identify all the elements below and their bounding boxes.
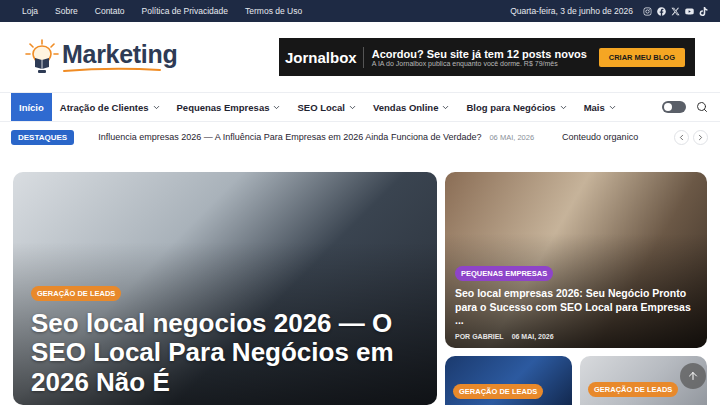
category-tag[interactable]: GERAÇÃO DE LEADS <box>453 384 543 399</box>
ad-button[interactable]: CRIAR MEU BLOG <box>599 48 685 67</box>
top-right: Quarta-feira, 3 de junho de 2026 <box>510 6 708 16</box>
ad-texts: Acordou? Seu site já tem 12 posts novosA… <box>372 48 591 67</box>
ticker-bar: DESTAQUES Influencia empresas 2026 — A In… <box>0 122 720 152</box>
top-bar: Loja Sobre Contato Política de Privacidade T… <box>0 0 720 22</box>
chevron-down-icon <box>441 103 450 112</box>
ticker-arrows <box>674 130 708 145</box>
content-grid: GERAÇÃO DE LEADS Seo local negocios 2026 … <box>0 152 720 405</box>
post-author: POR GABRIEL <box>455 333 504 340</box>
dark-mode-toggle[interactable] <box>662 101 686 113</box>
chevron-left-icon <box>677 133 686 142</box>
category-tag[interactable]: GERAÇÃO DE LEADS <box>31 286 121 301</box>
small-card[interactable]: GERAÇÃO DE LEADS <box>445 356 572 405</box>
chevron-right-icon <box>696 133 705 142</box>
page: Loja Sobre Contato Política de Privacidade T… <box>0 0 720 405</box>
top-link[interactable]: Termos de Uso <box>245 6 302 16</box>
top-links: Loja Sobre Contato Política de Privacidade T… <box>22 6 302 16</box>
small-cards-row: GERAÇÃO DE LEADS GERAÇÃO DE LEADS <box>445 356 707 405</box>
logo-text-wrap: Marketing <box>62 42 177 73</box>
scroll-top-button[interactable] <box>680 363 706 389</box>
side-card-title[interactable]: Seo local empresas 2026: Seu Negócio Pro… <box>455 287 697 328</box>
ticker-next-button[interactable] <box>693 130 708 145</box>
nav-item[interactable]: Pequenas Empresas <box>169 93 290 121</box>
chevron-down-icon <box>152 103 161 112</box>
ticker-title: Influencia empresas 2026 — A Influência … <box>98 132 481 142</box>
arrow-up-icon <box>687 370 699 382</box>
side-card[interactable]: PEQUENAS EMPRESAS Seo local empresas 2026… <box>445 172 707 348</box>
ad-subtext: A IA do Jornalbox publica enquanto você … <box>372 60 591 67</box>
chevron-down-icon <box>559 103 568 112</box>
youtube-icon[interactable] <box>685 7 694 16</box>
logo[interactable]: Marketing <box>25 39 177 75</box>
chevron-down-icon <box>348 103 357 112</box>
logo-swoosh-icon <box>62 67 162 73</box>
featured-title[interactable]: Seo local negocios 2026 — O SEO Local Pa… <box>31 309 419 397</box>
chevron-down-icon <box>608 103 617 112</box>
post-date: 06 MAI, 2026 <box>512 333 554 340</box>
lightbulb-book-icon <box>25 39 59 75</box>
top-link[interactable]: Sobre <box>55 6 78 16</box>
logo-text: Marketing <box>62 42 177 67</box>
toggle-knob <box>664 103 672 111</box>
category-tag[interactable]: GERAÇÃO DE LEADS <box>588 382 678 397</box>
current-date: Quarta-feira, 3 de junho de 2026 <box>510 6 633 16</box>
nav-item[interactable]: Blog para Negócios <box>458 93 575 121</box>
ad-headline: Acordou? Seu site já tem 12 posts novos <box>372 48 591 60</box>
search-icon[interactable] <box>696 101 708 113</box>
ad-brand: Jornalbox <box>285 47 364 68</box>
nav-items: InícioAtração de ClientesPequenas Empres… <box>11 93 625 121</box>
post-meta: POR GABRIEL 06 MAI, 2026 <box>455 333 697 340</box>
featured-card[interactable]: GERAÇÃO DE LEADS Seo local negocios 2026 … <box>13 172 437 405</box>
nav-item[interactable]: Atração de Clientes <box>52 93 169 121</box>
tiktok-icon[interactable] <box>699 7 708 16</box>
ticker-item[interactable]: Influencia empresas 2026 — A Influência … <box>98 132 534 142</box>
top-link[interactable]: Contato <box>95 6 125 16</box>
nav-item[interactable]: Início <box>11 93 52 121</box>
top-link[interactable]: Loja <box>22 6 38 16</box>
ticker-item[interactable]: Conteudo organico <box>562 132 638 142</box>
side-column: PEQUENAS EMPRESAS Seo local empresas 2026… <box>445 172 707 405</box>
facebook-icon[interactable] <box>657 7 666 16</box>
x-icon[interactable] <box>671 7 680 16</box>
ticker-date: 06 MAI, 2026 <box>489 133 534 142</box>
nav-item[interactable]: Vendas Online <box>365 93 458 121</box>
nav-tools <box>662 93 708 121</box>
instagram-icon[interactable] <box>643 7 652 16</box>
category-tag[interactable]: PEQUENAS EMPRESAS <box>455 266 553 281</box>
ticker-prev-button[interactable] <box>674 130 689 145</box>
main-nav: InícioAtração de ClientesPequenas Empres… <box>0 92 720 122</box>
ad-banner[interactable]: Jornalbox Acordou? Seu site já tem 12 pos… <box>279 38 695 76</box>
ticker-title: Conteudo organico <box>562 132 638 142</box>
chevron-down-icon <box>272 103 281 112</box>
header: Marketing Jornalbox Acordou? Seu site já t… <box>0 22 720 92</box>
nav-item[interactable]: SEO Local <box>289 93 365 121</box>
social-links <box>643 7 708 16</box>
top-link[interactable]: Política de Privacidade <box>142 6 228 16</box>
nav-item[interactable]: Mais <box>576 93 625 121</box>
ticker-track: Influencia empresas 2026 — A Influência … <box>86 132 662 142</box>
ticker-label: DESTAQUES <box>11 130 74 145</box>
